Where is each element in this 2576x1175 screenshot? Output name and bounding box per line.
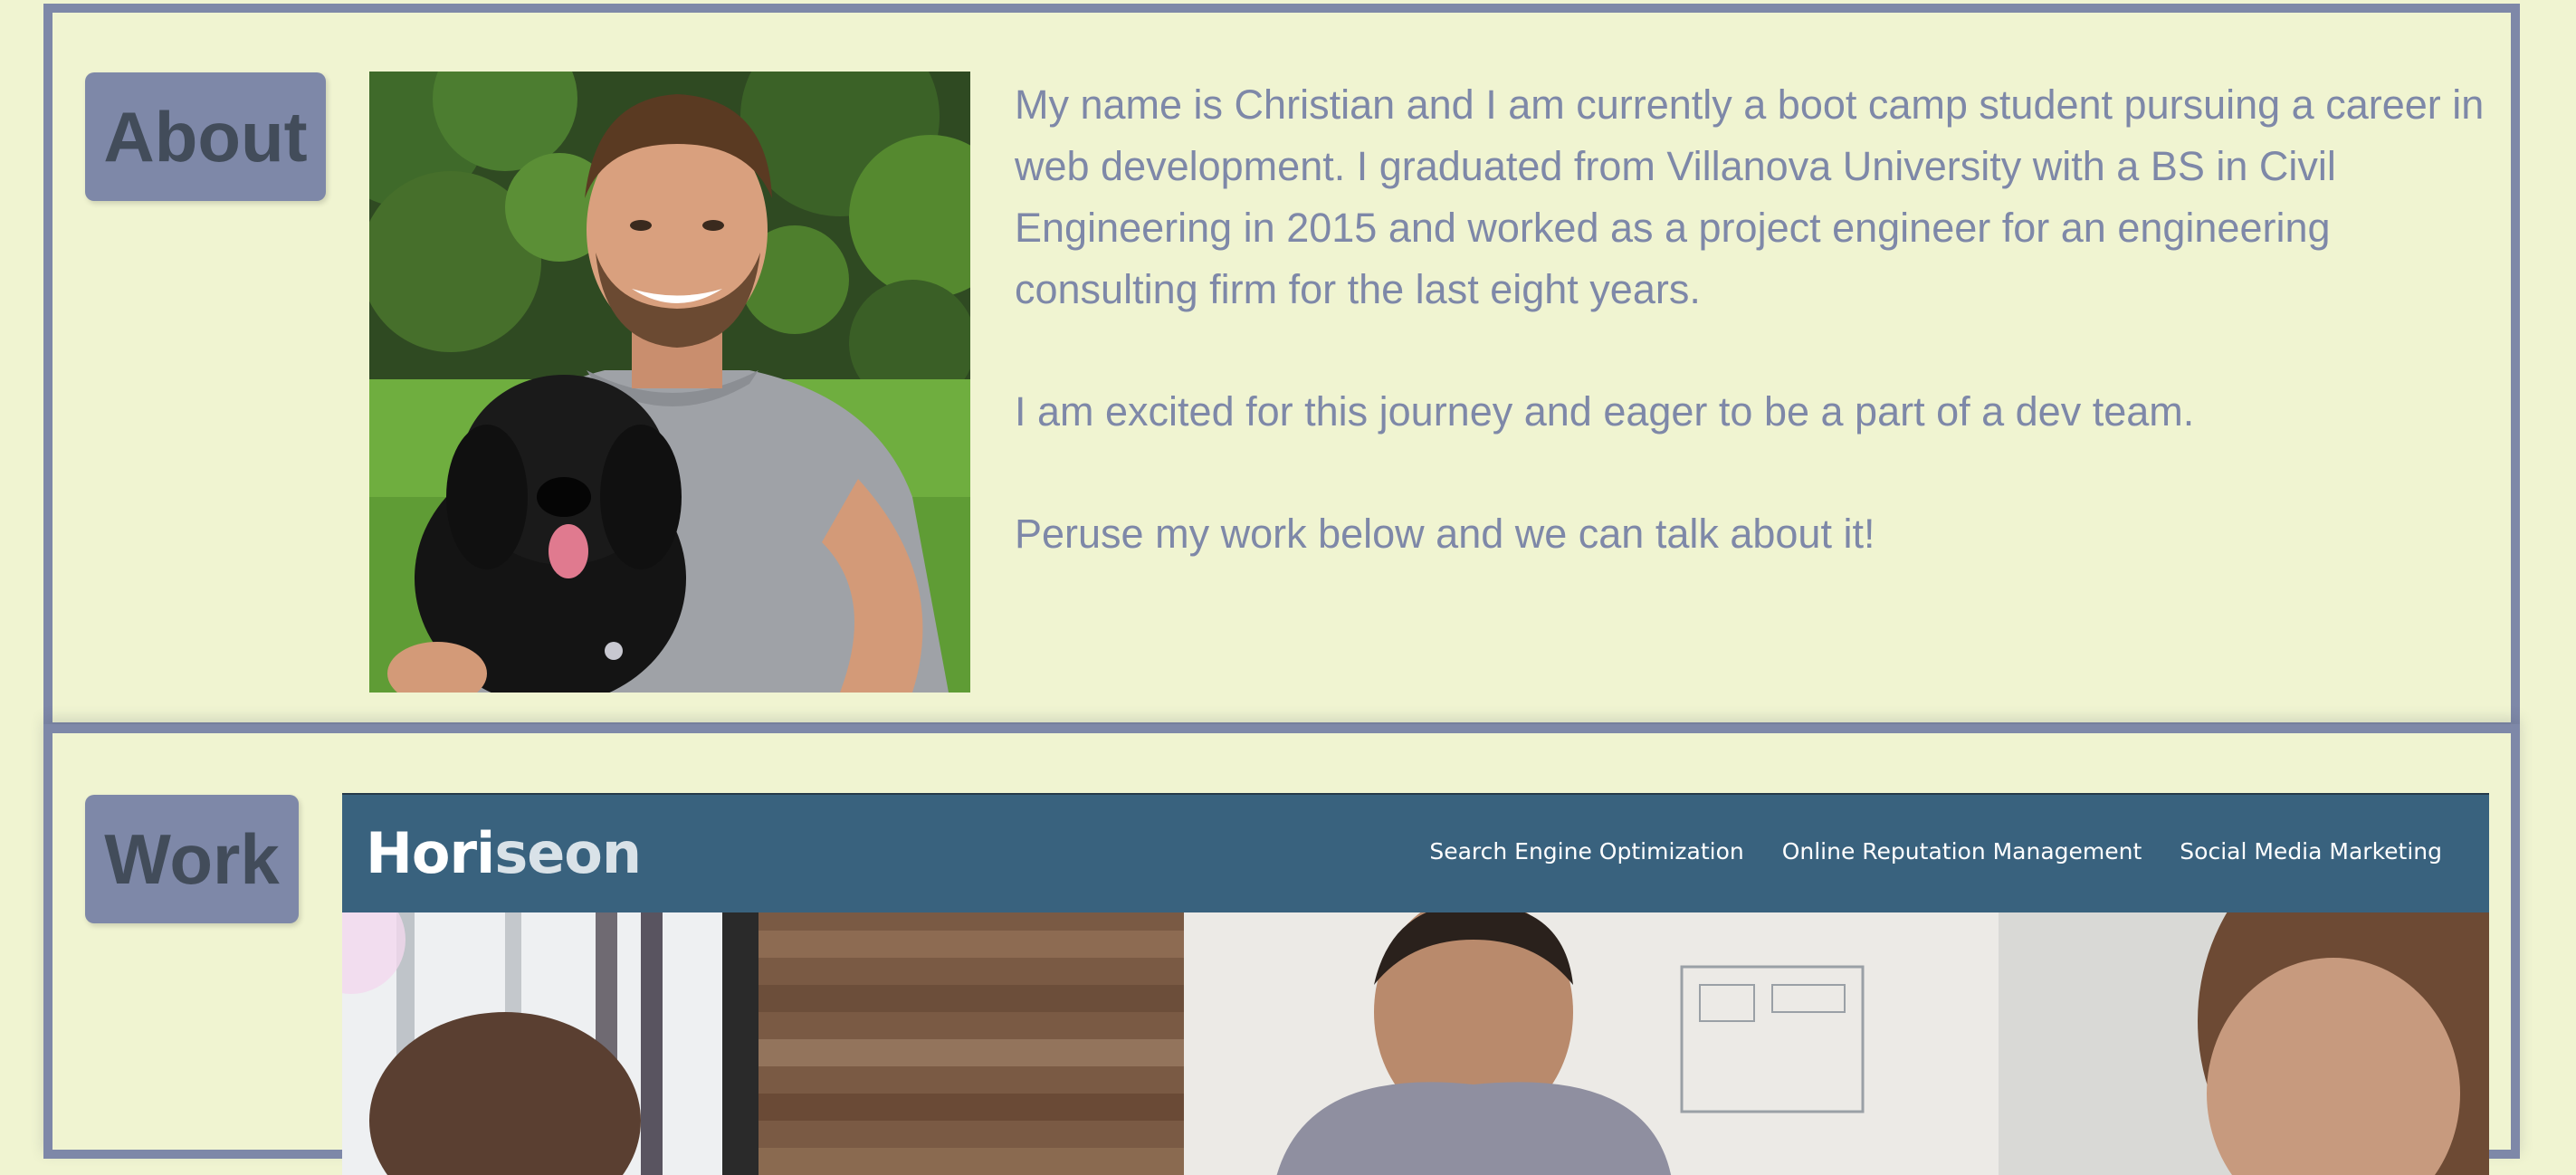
project-nav: Search Engine Optimization Online Reputa… (1429, 838, 2442, 865)
profile-photo (369, 72, 970, 693)
about-heading: About (85, 72, 326, 201)
bio-text: My name is Christian and I am currently … (1015, 74, 2508, 626)
work-heading: Work (85, 795, 299, 923)
logo-prefix: Hori (366, 820, 495, 886)
bio-paragraph: I am excited for this journey and eager … (1015, 388, 2195, 435)
bio-paragraph: My name is Christian and I am currently … (1015, 81, 2485, 312)
logo-suffix: seon (494, 820, 642, 886)
project-nav-item-reputation[interactable]: Online Reputation Management (1782, 838, 2142, 865)
project-logo: Horiseon (366, 820, 642, 886)
bio-paragraph: Peruse my work below and we can talk abo… (1015, 511, 1875, 557)
project-preview-horiseon[interactable]: Horiseon Search Engine Optimization Onli… (342, 793, 2489, 1175)
about-section: About My name is Christian and I am curr… (43, 4, 2520, 731)
work-section: Work Horiseon Search Engine Optimization… (43, 724, 2520, 1175)
project-header: Horiseon Search Engine Optimization Onli… (342, 795, 2489, 912)
project-nav-item-seo[interactable]: Search Engine Optimization (1429, 838, 1743, 865)
project-nav-item-social[interactable]: Social Media Marketing (2180, 838, 2442, 865)
project-hero-image (342, 912, 2489, 1175)
